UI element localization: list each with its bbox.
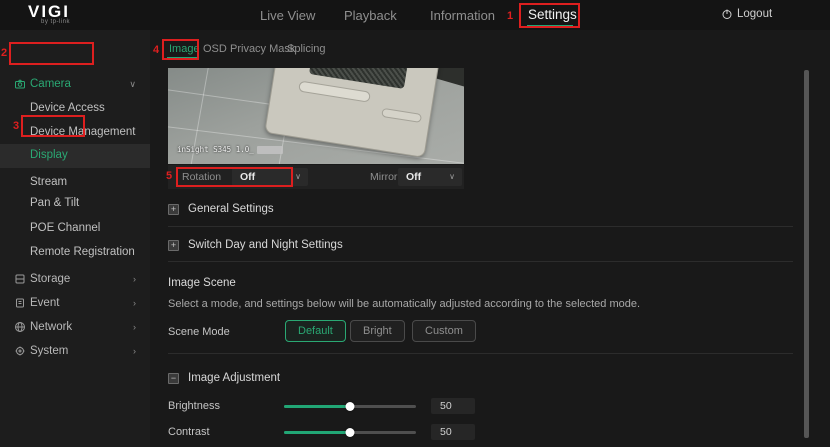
rotation-value: Off	[240, 171, 255, 183]
app-window: VIGI by tp-link Live View Playback Infor…	[0, 0, 830, 447]
sidebar-item-camera[interactable]: Camera ∨	[0, 73, 150, 95]
logout-button[interactable]: Logout	[737, 8, 772, 20]
sidebar-item-pan-tilt[interactable]: Pan & Tilt	[30, 197, 79, 209]
network-globe-icon	[14, 321, 26, 333]
scene-mode-default-button[interactable]: Default	[285, 320, 346, 342]
scene-mode-label: Scene Mode	[168, 326, 230, 338]
brightness-label: Brightness	[168, 400, 220, 412]
logo-text: VIGI	[28, 4, 70, 19]
settings-active-underline	[527, 25, 573, 27]
mirror-select[interactable]: Off ∨	[398, 168, 462, 186]
divider	[168, 226, 793, 227]
divider	[168, 353, 793, 354]
tab-osd[interactable]: OSD	[203, 43, 227, 55]
sidebar-display-label: Display	[30, 149, 68, 161]
sidebar-item-network[interactable]: Network ›	[0, 316, 150, 338]
image-scene-title: Image Scene	[168, 277, 236, 289]
ac-vent-slat	[381, 108, 422, 123]
sidebar: Camera ∨ Device Access Device Management…	[0, 30, 150, 447]
image-scene-description: Select a mode, and settings below will b…	[168, 298, 640, 310]
top-bar: VIGI by tp-link Live View Playback Infor…	[0, 0, 830, 30]
sidebar-storage-label: Storage	[30, 273, 70, 285]
main-content: Image OSD Privacy Mask Splicing inSight …	[150, 30, 830, 447]
rotation-label: Rotation	[182, 171, 221, 183]
chevron-right-icon: ›	[133, 298, 136, 308]
chevron-down-icon: ∨	[295, 172, 301, 181]
expand-icon[interactable]: +	[168, 204, 179, 215]
ceiling-ac-unit	[264, 68, 442, 158]
storage-icon	[14, 273, 26, 285]
general-settings-section-header[interactable]: + General Settings	[168, 203, 274, 215]
mirror-value: Off	[406, 171, 421, 183]
ac-vent-slat	[298, 81, 371, 103]
sidebar-item-remote-registration[interactable]: Remote Registration	[30, 246, 135, 258]
sidebar-item-poe-channel[interactable]: POE Channel	[30, 222, 100, 234]
sidebar-item-storage[interactable]: Storage ›	[0, 268, 150, 290]
preview-control-bar: Rotation Off ∨ Mirror Off ∨	[168, 165, 464, 189]
general-settings-title: General Settings	[188, 203, 274, 215]
sidebar-item-device-access[interactable]: Device Access	[30, 102, 105, 114]
chevron-down-icon: ∨	[129, 79, 136, 90]
sidebar-item-display[interactable]: Display	[0, 144, 150, 168]
image-adjustment-title: Image Adjustment	[188, 372, 280, 384]
day-night-title: Switch Day and Night Settings	[188, 239, 343, 251]
annotation-number-5: 5	[166, 170, 172, 182]
sidebar-network-label: Network	[30, 321, 72, 333]
chevron-right-icon: ›	[133, 346, 136, 356]
brightness-value-field[interactable]: 50	[431, 398, 475, 414]
tab-splicing[interactable]: Splicing	[287, 43, 326, 55]
camera-preview: inSight S345 1.0_	[168, 68, 464, 164]
preview-osd-text: inSight S345 1.0_	[177, 145, 283, 154]
slider-fill	[284, 431, 350, 434]
nav-information[interactable]: Information	[430, 8, 495, 23]
sidebar-item-stream[interactable]: Stream	[30, 176, 67, 188]
chevron-right-icon: ›	[133, 322, 136, 332]
sidebar-item-system[interactable]: System ›	[0, 340, 150, 362]
annotation-number-4: 4	[153, 44, 159, 56]
sidebar-item-device-management[interactable]: Device Management	[30, 126, 135, 138]
expand-icon[interactable]: +	[168, 240, 179, 251]
sidebar-camera-label: Camera	[30, 78, 71, 90]
logout-icon	[721, 8, 733, 20]
nav-live-view[interactable]: Live View	[260, 8, 315, 23]
contrast-slider[interactable]	[284, 428, 416, 437]
chevron-right-icon: ›	[133, 274, 136, 284]
sidebar-system-label: System	[30, 345, 68, 357]
annotation-number-3: 3	[13, 120, 19, 132]
annotation-number-1: 1	[507, 10, 513, 22]
slider-fill	[284, 405, 350, 408]
system-gear-icon	[14, 345, 26, 357]
brightness-slider[interactable]	[284, 402, 416, 411]
nav-playback[interactable]: Playback	[344, 8, 397, 23]
scene-mode-custom-button[interactable]: Custom	[412, 320, 476, 342]
contrast-value-field[interactable]: 50	[431, 424, 475, 440]
scene-mode-bright-button[interactable]: Bright	[350, 320, 405, 342]
vertical-scrollbar[interactable]	[804, 70, 809, 438]
contrast-label: Contrast	[168, 426, 210, 438]
mirror-label: Mirror	[370, 171, 397, 183]
osd-label: inSight S345 1.0_	[177, 145, 254, 154]
divider	[168, 261, 793, 262]
day-night-section-header[interactable]: + Switch Day and Night Settings	[168, 239, 343, 251]
sidebar-event-label: Event	[30, 297, 59, 309]
image-tab-active-underline	[167, 57, 197, 59]
annotation-number-2: 2	[1, 47, 7, 59]
tab-image[interactable]: Image	[169, 43, 200, 55]
slider-thumb[interactable]	[346, 428, 355, 437]
collapse-icon[interactable]: −	[168, 373, 179, 384]
vigi-logo: VIGI by tp-link	[28, 4, 70, 25]
tab-privacy-mask[interactable]: Privacy Mask	[230, 43, 295, 55]
camera-icon	[14, 78, 26, 90]
slider-thumb[interactable]	[346, 402, 355, 411]
chevron-down-icon: ∨	[449, 172, 455, 181]
event-icon	[14, 297, 26, 309]
sidebar-item-event[interactable]: Event ›	[0, 292, 150, 314]
image-adjustment-section-header[interactable]: − Image Adjustment	[168, 372, 280, 384]
nav-settings[interactable]: Settings	[528, 7, 577, 22]
rotation-select[interactable]: Off ∨	[232, 168, 308, 186]
osd-redaction	[257, 146, 283, 154]
